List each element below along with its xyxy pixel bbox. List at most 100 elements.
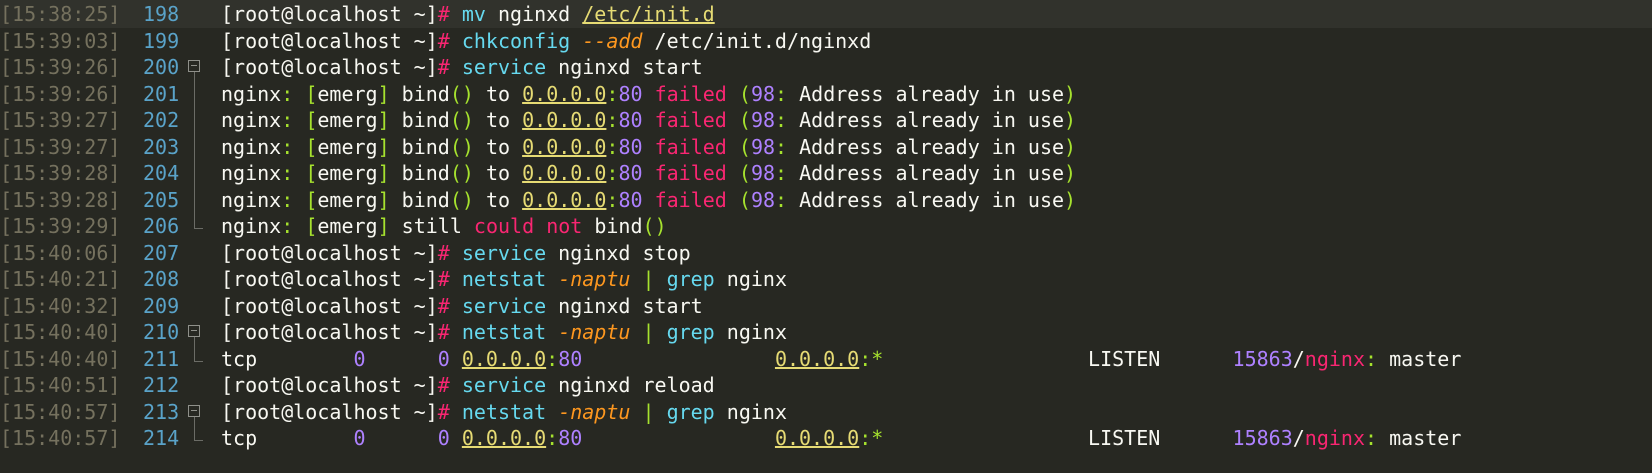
text-token: Address already in use bbox=[787, 135, 1065, 159]
fold-collapse-icon[interactable] bbox=[187, 53, 203, 81]
text-token: ] bbox=[377, 214, 390, 238]
fold-end bbox=[187, 212, 203, 240]
text-token: : bbox=[281, 108, 306, 132]
text-token: failed bbox=[642, 108, 727, 132]
text-token: 80 bbox=[618, 108, 643, 132]
text-token: failed bbox=[642, 161, 727, 185]
text-token: | bbox=[630, 400, 667, 424]
text-token: / bbox=[1292, 426, 1305, 450]
text-token: nginx bbox=[1304, 347, 1366, 371]
fold-end-corner-icon bbox=[194, 345, 203, 362]
text-token: 80 bbox=[558, 426, 583, 450]
line-number: 214 bbox=[143, 426, 180, 450]
terminal-line[interactable]: [15:40:57] 214 tcp 0 0 0.0.0.0:80 0.0.0.0:… bbox=[0, 424, 1652, 452]
terminal-line[interactable]: [15:40:32] 209 [root@localhost ~]# service… bbox=[0, 292, 1652, 320]
fold-collapse-icon[interactable] bbox=[187, 398, 203, 426]
line-number: 198 bbox=[143, 2, 180, 26]
text-token: service bbox=[461, 55, 547, 79]
line-content[interactable]: [root@localhost ~]# service nginxd start bbox=[221, 292, 703, 320]
text-token: bind bbox=[582, 214, 643, 238]
fold-gutter bbox=[187, 265, 203, 293]
fold-guide-line bbox=[194, 133, 195, 161]
terminal-line[interactable]: [15:39:29] 206 nginx: [emerg] still could … bbox=[0, 212, 1652, 240]
text-token: service bbox=[461, 241, 547, 265]
text-token: [root@localhost ~] bbox=[221, 320, 438, 344]
text-token: bind bbox=[389, 108, 450, 132]
line-content[interactable]: [root@localhost ~]# netstat -naptu | gre… bbox=[221, 265, 787, 293]
text-token: nginx bbox=[221, 188, 282, 212]
fold-guide-line bbox=[194, 80, 195, 108]
terminal-line[interactable]: [15:39:28] 204 nginx: [emerg] bind() to 0.… bbox=[0, 159, 1652, 187]
terminal-line[interactable]: [15:39:27] 203 nginx: [emerg] bind() to 0.… bbox=[0, 133, 1652, 161]
line-content[interactable]: [root@localhost ~]# mv nginxd /etc/init.… bbox=[221, 0, 715, 28]
text-token: netstat bbox=[461, 320, 547, 344]
line-content[interactable]: nginx: [emerg] bind() to 0.0.0.0:80 fail… bbox=[221, 186, 1076, 214]
text-token: # bbox=[437, 267, 462, 291]
text-token: 98 bbox=[750, 82, 776, 106]
terminal-line[interactable]: [15:39:26] 200 [root@localhost ~]# service… bbox=[0, 53, 1652, 81]
line-number: 204 bbox=[143, 161, 180, 185]
terminal-line[interactable]: [15:40:40] 210 [root@localhost ~]# netstat… bbox=[0, 318, 1652, 346]
text-token: [ bbox=[305, 161, 318, 185]
fold-gutter bbox=[187, 27, 203, 55]
terminal-view[interactable]: [15:38:25] 198 [root@localhost ~]# mv ngin… bbox=[0, 0, 1652, 473]
terminal-line[interactable]: [15:40:40] 211 tcp 0 0 0.0.0.0:80 0.0.0.0:… bbox=[0, 345, 1652, 373]
text-token: [ bbox=[305, 108, 318, 132]
terminal-line[interactable]: [15:40:51] 212 [root@localhost ~]# service… bbox=[0, 371, 1652, 399]
fold-gutter bbox=[187, 239, 203, 267]
text-token: 0.0.0.0 bbox=[522, 82, 607, 106]
timestamp: [15:39:26] bbox=[0, 55, 121, 79]
text-token: netstat bbox=[461, 267, 547, 291]
line-content[interactable]: [root@localhost ~]# netstat -naptu | gre… bbox=[221, 398, 787, 426]
text-token: ) bbox=[1064, 82, 1077, 106]
text-token: : bbox=[281, 161, 306, 185]
text-token: failed bbox=[642, 135, 727, 159]
timestamp: [15:39:28] bbox=[0, 188, 121, 212]
text-token: / bbox=[1292, 347, 1305, 371]
terminal-line[interactable]: [15:40:57] 213 [root@localhost ~]# netstat… bbox=[0, 398, 1652, 426]
line-content[interactable]: tcp 0 0 0.0.0.0:80 0.0.0.0:* LISTEN 1586… bbox=[221, 345, 1461, 373]
minus-box-icon[interactable] bbox=[188, 325, 200, 337]
line-number: 208 bbox=[143, 267, 180, 291]
line-content[interactable]: [root@localhost ~]# service nginxd start bbox=[221, 53, 703, 81]
minus-box-icon[interactable] bbox=[188, 405, 200, 417]
minus-box-icon[interactable] bbox=[188, 60, 200, 72]
terminal-line[interactable]: [15:39:03] 199 [root@localhost ~]# chkconf… bbox=[0, 27, 1652, 55]
text-token: tcp bbox=[221, 347, 354, 371]
line-content[interactable]: [root@localhost ~]# netstat -naptu | gre… bbox=[221, 318, 787, 346]
text-token: ( bbox=[726, 161, 751, 185]
terminal-line[interactable]: [15:40:06] 207 [root@localhost ~]# service… bbox=[0, 239, 1652, 267]
text-token: [ bbox=[305, 135, 318, 159]
text-token: nginx bbox=[1304, 426, 1366, 450]
text-token: ( bbox=[726, 135, 751, 159]
timestamp: [15:39:28] bbox=[0, 161, 121, 185]
timestamp: [15:39:03] bbox=[0, 29, 121, 53]
line-content[interactable]: [root@localhost ~]# chkconfig --add /etc… bbox=[221, 27, 871, 55]
terminal-line[interactable]: [15:40:21] 208 [root@localhost ~]# netstat… bbox=[0, 265, 1652, 293]
line-content[interactable]: nginx: [emerg] still could not bind() bbox=[221, 212, 667, 240]
fold-collapse-icon[interactable] bbox=[187, 318, 203, 346]
text-token: : bbox=[606, 108, 619, 132]
terminal-line[interactable]: [15:39:28] 205 nginx: [emerg] bind() to 0.… bbox=[0, 186, 1652, 214]
timestamp: [15:39:26] bbox=[0, 82, 121, 106]
text-token: ] bbox=[377, 108, 390, 132]
line-content[interactable]: [root@localhost ~]# service nginxd reloa… bbox=[221, 371, 715, 399]
timestamp: [15:39:29] bbox=[0, 214, 121, 238]
fold-gutter bbox=[187, 0, 203, 28]
line-content[interactable]: tcp 0 0 0.0.0.0:80 0.0.0.0:* LISTEN 1586… bbox=[221, 424, 1461, 452]
line-content[interactable]: nginx: [emerg] bind() to 0.0.0.0:80 fail… bbox=[221, 106, 1076, 134]
terminal-line[interactable]: [15:38:25] 198 [root@localhost ~]# mv ngin… bbox=[0, 0, 1652, 28]
line-content[interactable]: nginx: [emerg] bind() to 0.0.0.0:80 fail… bbox=[221, 80, 1076, 108]
text-token: () bbox=[642, 214, 667, 238]
text-token: master bbox=[1389, 347, 1462, 371]
line-content[interactable]: nginx: [emerg] bind() to 0.0.0.0:80 fail… bbox=[221, 133, 1076, 161]
text-token: # bbox=[437, 294, 462, 318]
line-content[interactable]: nginx: [emerg] bind() to 0.0.0.0:80 fail… bbox=[221, 159, 1076, 187]
line-content[interactable]: [root@localhost ~]# service nginxd stop bbox=[221, 239, 691, 267]
text-token: : bbox=[775, 188, 788, 212]
text-token: [root@localhost ~] bbox=[221, 267, 438, 291]
terminal-line[interactable]: [15:39:26] 201 nginx: [emerg] bind() to 0.… bbox=[0, 80, 1652, 108]
text-token: nginx bbox=[714, 400, 787, 424]
terminal-line[interactable]: [15:39:27] 202 nginx: [emerg] bind() to 0.… bbox=[0, 106, 1652, 134]
